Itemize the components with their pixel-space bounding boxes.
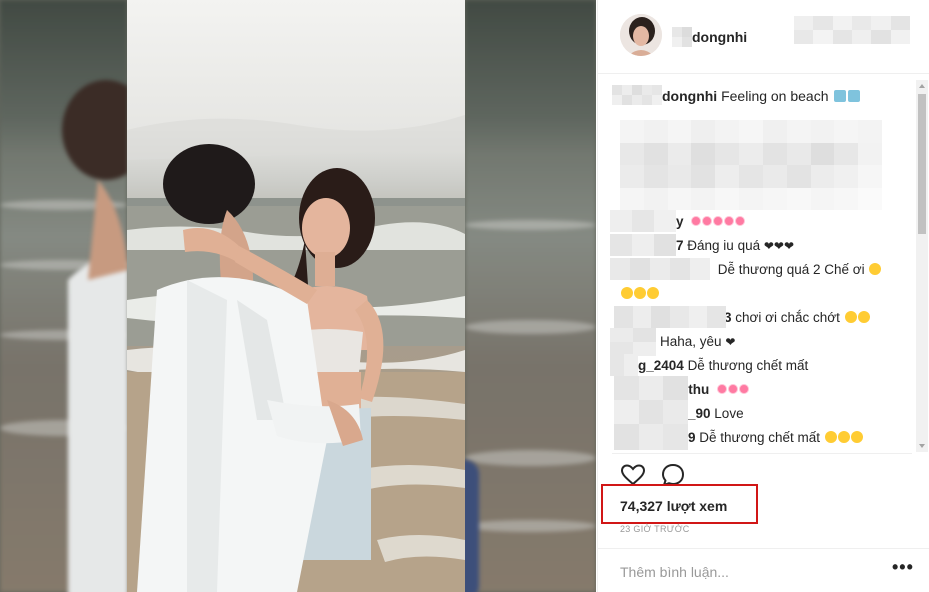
post-side-panel: dongnhi dongnhi Feeling on beach y 7 Đán… [597, 0, 929, 592]
post-caption: dongnhi Feeling on beach [612, 85, 861, 105]
hearts-emoji-icon [690, 214, 746, 229]
scroll-up-icon[interactable] [919, 84, 925, 88]
comments-scrollbar[interactable] [916, 80, 928, 452]
kiss-emoji-icon [634, 287, 646, 299]
redacted-comments-block [620, 120, 882, 210]
comment-text: Đáng iu quá [687, 238, 761, 253]
list-item: y [610, 210, 746, 232]
kiss-emoji-icon [621, 287, 633, 299]
comment-username[interactable]: g_2404 [638, 358, 684, 373]
scroll-down-icon[interactable] [919, 444, 925, 448]
scrollbar-thumb[interactable] [918, 94, 926, 234]
blurred-background-left [0, 0, 127, 592]
kiss-emoji-icon [647, 287, 659, 299]
kiss-emoji-icon [869, 263, 882, 275]
emoji-row [620, 286, 659, 301]
post-timestamp[interactable]: 23 GIỜ TRƯỚC [620, 524, 690, 534]
divider [612, 453, 912, 454]
comment-username[interactable]: y [676, 214, 684, 229]
laughing-emoji-icon [844, 311, 857, 323]
add-comment-bar: ••• [598, 548, 929, 592]
caption-username[interactable]: dongnhi [662, 88, 717, 104]
caption-text: Feeling on beach [721, 88, 829, 104]
comment-text: Haha, yêu [660, 334, 722, 349]
comment-text: Dễ thương chết mất [687, 358, 809, 373]
black-heart-icon: ❤ [725, 335, 736, 349]
heart-eyes-emoji-icon [837, 431, 850, 443]
follow-button-redacted[interactable] [794, 16, 910, 44]
wave-emoji-icon [848, 90, 861, 102]
comment-text: Dễ thương chết mất [699, 430, 820, 445]
post-media[interactable] [0, 0, 596, 592]
blurred-background-right [465, 0, 596, 592]
list-item: n Haha, yêu ❤ [610, 328, 736, 356]
list-item: 3 chơi ơi chắc chớt [612, 306, 870, 328]
black-hearts-icon: ❤❤❤ [763, 239, 795, 253]
laughing-emoji-icon [857, 311, 870, 323]
comment-username[interactable]: _90 [688, 406, 711, 421]
comment-input[interactable] [620, 563, 870, 581]
comment-username[interactable]: 7 [676, 238, 684, 253]
heart-eyes-emoji-icon [850, 431, 863, 443]
list-item: g_2404 Dễ thương chết mất [610, 354, 809, 376]
list-item: _90 Love [612, 400, 744, 426]
list-item: nthu [612, 376, 750, 402]
comment-username[interactable]: 9 [688, 430, 696, 445]
list-item: Dễ thương quá 2 Chế ơi [610, 258, 882, 280]
avatar[interactable] [620, 14, 662, 56]
comment-text: Dễ thương quá 2 Chế ơi [717, 262, 865, 277]
post-photo [127, 0, 465, 592]
comment-text: chơi ơi chắc chớt [735, 310, 840, 325]
post-header: dongnhi [598, 0, 929, 74]
comment-text: Love [714, 406, 744, 421]
list-item: 7 Đáng iu quá ❤❤❤ [610, 234, 795, 256]
hearts-emoji-icon [716, 382, 750, 397]
heart-eyes-emoji-icon [824, 431, 837, 443]
list-item: 9 Dễ thương chết mất [612, 424, 863, 450]
wave-emoji-icon [834, 90, 847, 102]
header-username-text: dongnhi [692, 29, 748, 45]
ellipsis-icon[interactable]: ••• [892, 557, 914, 578]
highlight-box [601, 484, 758, 524]
